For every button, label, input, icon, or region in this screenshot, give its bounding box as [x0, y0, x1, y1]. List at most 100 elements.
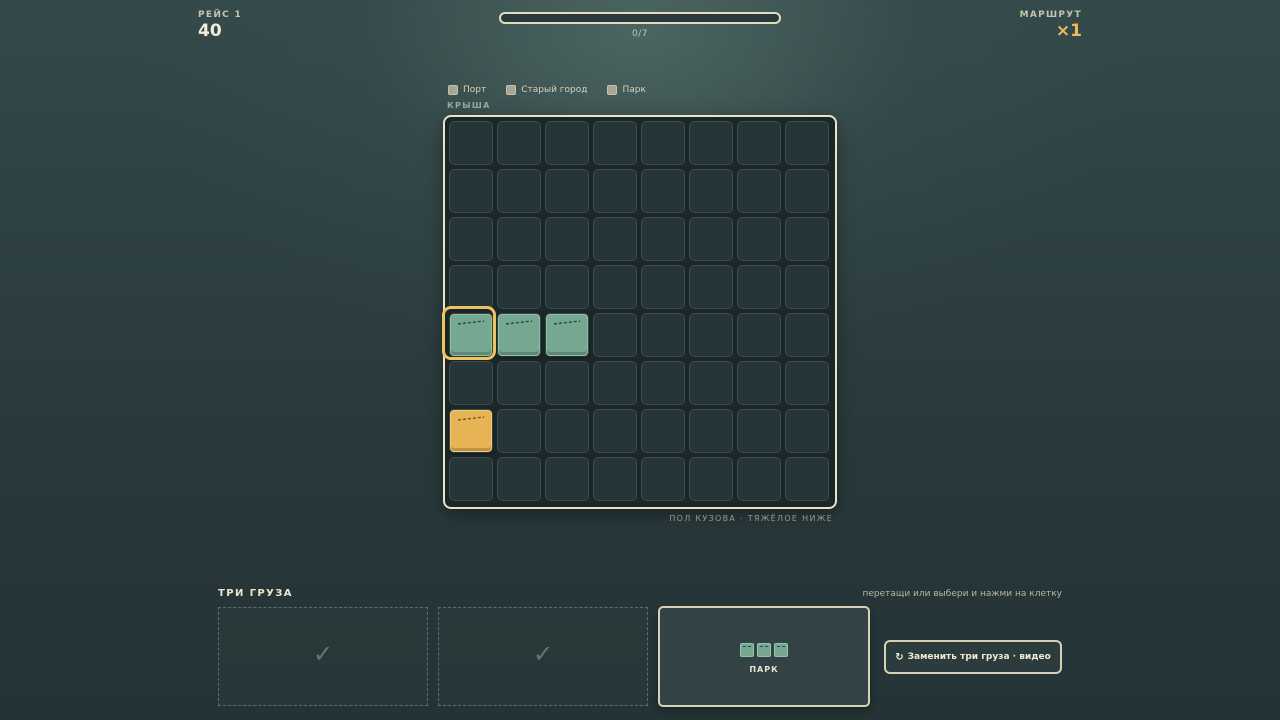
- grid-cell-r2-c2[interactable]: [545, 217, 589, 261]
- grid-cell-r5-c0[interactable]: [449, 361, 493, 405]
- grid-cell-r2-c3[interactable]: [593, 217, 637, 261]
- grid-cell-r6-c4[interactable]: [641, 409, 685, 453]
- cargo-block-yellow[interactable]: [450, 410, 492, 452]
- legend-label: Старый город: [521, 85, 588, 95]
- grid-cell-r7-c0[interactable]: [449, 457, 493, 501]
- grid-cell-r3-c7[interactable]: [785, 265, 829, 309]
- route-label: МАРШРУТ: [1019, 10, 1082, 20]
- route-progress-text: 0/7: [632, 29, 648, 39]
- grid-cell-r6-c6[interactable]: [737, 409, 781, 453]
- grid-cell-r5-c2[interactable]: [545, 361, 589, 405]
- grid-cell-r0-c1[interactable]: [497, 121, 541, 165]
- grid-cell-r1-c7[interactable]: [785, 169, 829, 213]
- grid-cell-r7-c6[interactable]: [737, 457, 781, 501]
- grid-cell-r1-c2[interactable]: [545, 169, 589, 213]
- grid-cell-r3-c3[interactable]: [593, 265, 637, 309]
- grid-cell-r3-c2[interactable]: [545, 265, 589, 309]
- grid-cell-r2-c4[interactable]: [641, 217, 685, 261]
- grid-cell-r4-c7[interactable]: [785, 313, 829, 357]
- grid-cell-r2-c7[interactable]: [785, 217, 829, 261]
- route-progress-bar: [499, 12, 781, 24]
- grid-cell-r1-c4[interactable]: [641, 169, 685, 213]
- grid-cell-r0-c6[interactable]: [737, 121, 781, 165]
- floor-label: ПОЛ КУЗОВА · ТЯЖЁЛОЕ НИЖЕ: [669, 514, 833, 523]
- grid-cell-r4-c3[interactable]: [593, 313, 637, 357]
- grid-cell-r7-c5[interactable]: [689, 457, 733, 501]
- grid-cell-r7-c4[interactable]: [641, 457, 685, 501]
- grid-cell-r0-c3[interactable]: [593, 121, 637, 165]
- selected-cell-highlight: [442, 306, 496, 360]
- run-info: РЕЙС 1 40: [198, 10, 242, 41]
- grid-cell-r0-c4[interactable]: [641, 121, 685, 165]
- legend-swatch-icon: [506, 85, 517, 95]
- cargo-piece-preview[interactable]: [660, 643, 868, 657]
- legend-label: Парк: [622, 85, 646, 95]
- legend-item-port: Порт: [448, 85, 486, 95]
- box-tape-icon: [553, 320, 581, 325]
- grid-cell-r7-c1[interactable]: [497, 457, 541, 501]
- score-value: 40: [198, 21, 222, 41]
- grid-cell-r0-c2[interactable]: [545, 121, 589, 165]
- legend-swatch-icon: [607, 85, 618, 95]
- grid-cell-r4-c5[interactable]: [689, 313, 733, 357]
- grid-cell-r5-c7[interactable]: [785, 361, 829, 405]
- route-info: МАРШРУТ ×1: [1020, 10, 1082, 41]
- grid-cell-r3-c4[interactable]: [641, 265, 685, 309]
- check-icon: ✓: [532, 640, 554, 668]
- refresh-icon: ↻: [895, 651, 904, 663]
- grid-cell-r7-c3[interactable]: [593, 457, 637, 501]
- grid-cell-r5-c6[interactable]: [737, 361, 781, 405]
- grid-cell-r1-c3[interactable]: [593, 169, 637, 213]
- grid-cell-r1-c5[interactable]: [689, 169, 733, 213]
- cargo-slot-3[interactable]: ПАРК: [658, 606, 870, 707]
- run-label: РЕЙС 1: [198, 10, 243, 20]
- tray-title: ТРИ ГРУЗА: [218, 588, 293, 599]
- cargo-block-green[interactable]: [498, 314, 540, 356]
- grid-cell-r1-c6[interactable]: [737, 169, 781, 213]
- replace-cargo-label: Заменить три груза · видео: [907, 652, 1051, 662]
- grid-cell-r2-c5[interactable]: [689, 217, 733, 261]
- grid-cell-r1-c0[interactable]: [449, 169, 493, 213]
- legend-item-park: Парк: [607, 85, 646, 95]
- district-legend: Порт Старый город Парк: [448, 85, 646, 95]
- cargo-slot-2: ✓: [438, 607, 648, 706]
- box-tape-icon: [505, 320, 533, 325]
- grid-cell-r5-c4[interactable]: [641, 361, 685, 405]
- cargo-grid[interactable]: [442, 115, 837, 509]
- grid-cell-r4-c6[interactable]: [737, 313, 781, 357]
- roof-label: КРЫША: [447, 101, 491, 110]
- grid-cell-r6-c5[interactable]: [689, 409, 733, 453]
- grid-cell-r1-c1[interactable]: [497, 169, 541, 213]
- check-icon: ✓: [312, 640, 334, 668]
- grid-cell-r6-c7[interactable]: [785, 409, 829, 453]
- replace-cargo-button[interactable]: ↻ Заменить три груза · видео: [884, 640, 1062, 674]
- grid-cell-r6-c3[interactable]: [593, 409, 637, 453]
- route-multiplier: ×1: [1055, 21, 1082, 41]
- grid-cell-r0-c5[interactable]: [689, 121, 733, 165]
- cargo-piece-name: ПАРК: [749, 665, 779, 674]
- grid-cell-r0-c7[interactable]: [785, 121, 829, 165]
- grid-cell-r7-c7[interactable]: [785, 457, 829, 501]
- grid-cell-r2-c0[interactable]: [449, 217, 493, 261]
- grid-cell-r3-c5[interactable]: [689, 265, 733, 309]
- cargo-slot-1: ✓: [218, 607, 428, 706]
- grid-cell-r5-c5[interactable]: [689, 361, 733, 405]
- cargo-piece-block: [740, 643, 754, 657]
- grid-cell-r5-c1[interactable]: [497, 361, 541, 405]
- grid-cell-r6-c1[interactable]: [497, 409, 541, 453]
- grid-cell-r3-c6[interactable]: [737, 265, 781, 309]
- cargo-block-green[interactable]: [546, 314, 588, 356]
- grid-cell-r0-c0[interactable]: [449, 121, 493, 165]
- legend-item-old-town: Старый город: [506, 85, 587, 95]
- grid-cell-r5-c3[interactable]: [593, 361, 637, 405]
- legend-label: Порт: [463, 85, 487, 95]
- grid-cell-r6-c2[interactable]: [545, 409, 589, 453]
- grid-cell-r4-c4[interactable]: [641, 313, 685, 357]
- grid-cell-r3-c1[interactable]: [497, 265, 541, 309]
- box-tape-icon: [457, 416, 485, 421]
- grid-cell-r3-c0[interactable]: [449, 265, 493, 309]
- grid-cell-r7-c2[interactable]: [545, 457, 589, 501]
- legend-swatch-icon: [448, 85, 458, 95]
- grid-cell-r2-c1[interactable]: [497, 217, 541, 261]
- grid-cell-r2-c6[interactable]: [737, 217, 781, 261]
